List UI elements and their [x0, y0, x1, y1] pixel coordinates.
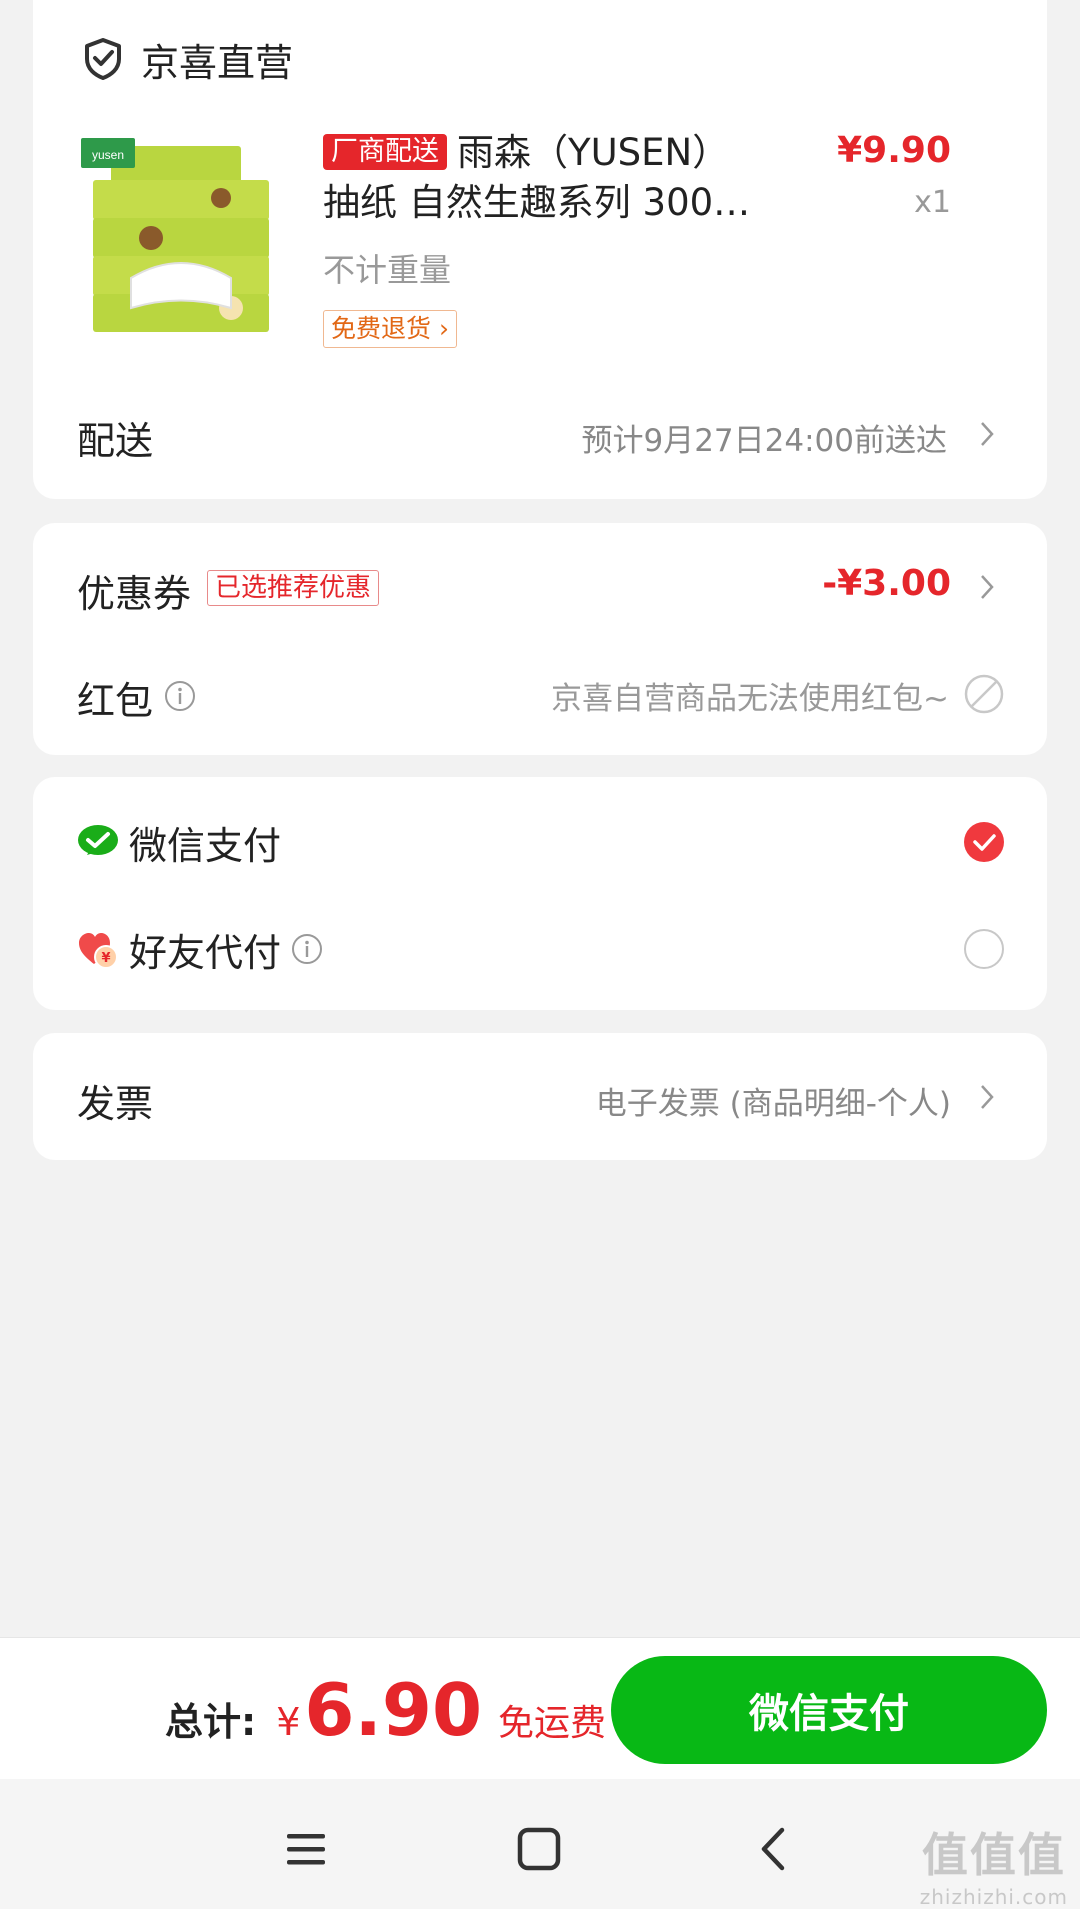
back-icon[interactable] — [750, 1824, 800, 1874]
friend-pay-heart-icon: ¥ — [79, 933, 118, 969]
red-packet-label: 红包 — [77, 679, 154, 723]
coupon-value[interactable]: -¥3.00 — [822, 563, 951, 604]
info-icon[interactable] — [164, 680, 196, 712]
total-label: 总计: — [165, 1700, 257, 1744]
site-watermark: 值值值 zhizhizhi.com — [920, 1819, 1068, 1909]
vendor-delivery-badge: 厂商配送 — [323, 134, 447, 170]
free-return-tag[interactable]: 免费退货 › — [323, 310, 457, 348]
chevron-right-icon[interactable] — [979, 420, 995, 448]
invoice-card: 发票 电子发票 (商品明细-个人) — [33, 1033, 1047, 1160]
delivery-label: 配送 — [77, 419, 154, 463]
shop-card: 京喜直营 yusen 厂商配送 雨森（YUSEN）抽纸 自然生趣系列 300… ¥… — [33, 0, 1047, 499]
free-return-label: 免费退货 — [331, 314, 432, 343]
product-price: ¥9.90 — [837, 130, 951, 171]
shop-name: 京喜直营 — [141, 40, 294, 85]
watermark-url: zhizhizhi.com — [919, 1885, 1068, 1909]
info-icon[interactable] — [291, 933, 323, 965]
chevron-right-icon: › — [438, 314, 449, 343]
payment-option-label: 好友代付 — [129, 930, 282, 975]
wechat-pay-icon — [78, 825, 118, 855]
watermark-logo: 值值值 — [921, 1828, 1066, 1882]
invoice-label: 发票 — [77, 1082, 154, 1126]
red-packet-value: 京喜自营商品无法使用红包~ — [551, 681, 949, 717]
total-currency: ¥ — [276, 1700, 301, 1744]
product-quantity: x1 — [914, 185, 951, 220]
discount-card: 优惠券 已选推荐优惠 -¥3.00 红包 京喜自营商品无法使用红包~ — [33, 523, 1047, 755]
payment-option-wechat[interactable]: 微信支付 — [77, 817, 282, 868]
shield-check-icon — [85, 38, 121, 80]
coupon-label: 优惠券 — [77, 572, 192, 616]
home-icon[interactable] — [514, 1824, 564, 1874]
shop-header[interactable]: 京喜直营 — [83, 34, 294, 85]
radio-checked-icon[interactable] — [964, 822, 1004, 862]
order-total: 总计: ¥ 6.90 免运费 — [165, 1668, 606, 1752]
invoice-value[interactable]: 电子发票 (商品明细-个人) — [596, 1078, 951, 1123]
checkout-bar: 总计: ¥ 6.90 免运费 微信支付 — [0, 1637, 1080, 1779]
product-spec: 不计重量 — [323, 251, 452, 289]
payment-method-card: 微信支付 ¥ 好友代付 — [33, 777, 1047, 1010]
payment-option-friend[interactable]: ¥ 好友代付 — [77, 924, 323, 975]
delivery-value[interactable]: 预计9月27日24:00前送达 — [581, 415, 947, 460]
chevron-right-icon[interactable] — [979, 1083, 995, 1111]
payment-option-label: 微信支付 — [129, 823, 282, 868]
wechat-pay-button[interactable]: 微信支付 — [611, 1656, 1047, 1764]
free-shipping-label: 免运费 — [498, 1703, 607, 1744]
product-title[interactable]: 厂商配送 雨森（YUSEN）抽纸 自然生趣系列 300… — [323, 128, 763, 228]
svg-text:¥: ¥ — [101, 951, 110, 966]
menu-icon[interactable] — [281, 1824, 331, 1874]
chevron-right-icon[interactable] — [979, 573, 995, 601]
system-nav-bar: 值值值 zhizhizhi.com — [0, 1779, 1080, 1909]
disabled-circle-icon — [964, 674, 1004, 714]
coupon-selected-tag: 已选推荐优惠 — [207, 570, 380, 606]
radio-unchecked-icon[interactable] — [964, 929, 1004, 969]
total-amount: 6.90 — [304, 1668, 483, 1752]
product-image[interactable]: yusen — [81, 138, 281, 338]
brand-logo-text: yusen — [92, 148, 124, 162]
